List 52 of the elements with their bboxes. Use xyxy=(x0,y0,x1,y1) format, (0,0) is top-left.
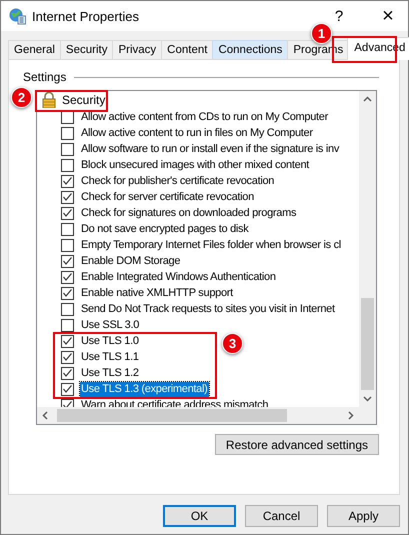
checkbox[interactable] xyxy=(61,382,74,396)
checkbox[interactable] xyxy=(61,238,74,252)
window-title: Internet Properties xyxy=(32,8,140,24)
option-label[interactable]: Use TLS 1.2 xyxy=(80,366,140,380)
settings-label: Settings xyxy=(23,70,66,84)
option-label[interactable]: Enable DOM Storage xyxy=(80,254,182,268)
checkbox[interactable] xyxy=(61,174,74,188)
dialog-button[interactable]: Cancel xyxy=(245,505,318,527)
checkbox[interactable] xyxy=(61,254,74,268)
option-label[interactable]: Enable native XMLHTTP support xyxy=(80,286,234,300)
globe-icon xyxy=(9,8,26,24)
option-label[interactable]: Check for publisher's certificate revocation xyxy=(80,174,276,188)
group-heading: Security xyxy=(62,93,106,107)
option-label[interactable]: Check for signatures on downloaded programs xyxy=(80,206,298,220)
option-label[interactable]: Send Do Not Track requests to sites you visit in Internet xyxy=(80,302,336,316)
checkbox[interactable] xyxy=(61,302,74,316)
option-label[interactable]: Use TLS 1.0 xyxy=(80,334,140,348)
option-label[interactable]: Allow active content from CDs to run on My Computer xyxy=(80,110,329,124)
checkbox[interactable] xyxy=(61,206,74,220)
tab[interactable]: Connections xyxy=(212,40,288,59)
checkbox[interactable] xyxy=(61,286,74,300)
tab[interactable]: General xyxy=(8,40,61,59)
restore-button[interactable]: Restore advanced settings xyxy=(214,434,379,455)
checkbox[interactable] xyxy=(61,222,74,236)
checkbox[interactable] xyxy=(61,318,74,332)
option-label[interactable]: Do not save encrypted pages to disk xyxy=(80,222,250,236)
option-label[interactable]: Allow active content to run in files on My Computer xyxy=(80,126,314,140)
dialog-button[interactable]: OK xyxy=(163,505,236,527)
option-label[interactable]: Block unsecured images with other mixed content xyxy=(80,158,310,172)
checkbox[interactable] xyxy=(61,142,74,156)
scrollbar-thumb[interactable] xyxy=(57,409,287,422)
option-label[interactable]: Check for server certificate revocation xyxy=(80,190,255,204)
dialog-button[interactable]: Apply xyxy=(327,505,400,527)
option-label[interactable]: Allow software to run or install even if the signature is inv xyxy=(80,142,340,156)
checkbox[interactable] xyxy=(61,334,74,348)
checkbox[interactable] xyxy=(61,366,74,380)
horizontal-scrollbar[interactable] xyxy=(37,407,359,424)
checkbox[interactable] xyxy=(61,158,74,172)
scrollbar-thumb[interactable] xyxy=(361,298,374,390)
checkbox[interactable] xyxy=(61,350,74,364)
padlock-icon xyxy=(42,92,56,108)
option-label[interactable]: Enable Integrated Windows Authentication xyxy=(80,270,277,284)
option-label[interactable]: Use TLS 1.1 xyxy=(80,350,140,364)
checkbox[interactable] xyxy=(61,190,74,204)
option-label[interactable]: Use SSL 3.0 xyxy=(80,318,140,332)
close-button[interactable]: × xyxy=(368,4,408,28)
checkbox[interactable] xyxy=(61,270,74,284)
checkbox[interactable] xyxy=(61,126,74,140)
option-label[interactable]: Empty Temporary Internet Files folder when browser is cl xyxy=(80,238,342,252)
option-label[interactable]: Use TLS 1.3 (experimental) xyxy=(80,382,208,396)
vertical-scrollbar[interactable] xyxy=(359,91,376,407)
help-button[interactable]: ? xyxy=(324,8,354,24)
